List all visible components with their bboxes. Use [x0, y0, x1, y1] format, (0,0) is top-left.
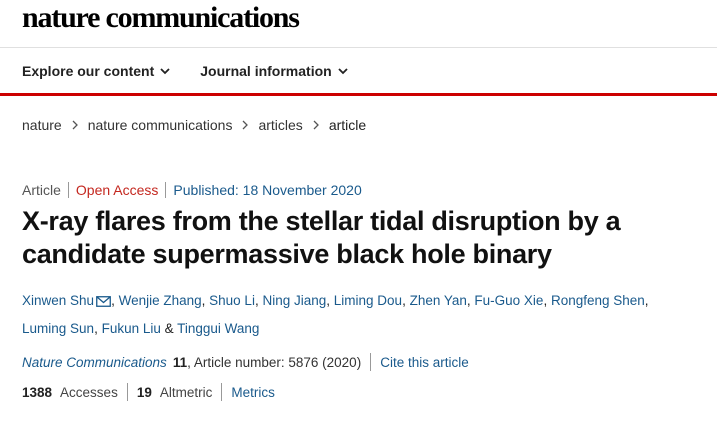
metrics-divider — [221, 383, 223, 401]
author-link[interactable]: Shuo Li — [209, 293, 255, 308]
header-accent-bar — [0, 93, 717, 96]
author-separator: , — [402, 293, 410, 308]
article-title: X-ray flares from the stellar tidal disr… — [22, 206, 621, 269]
nav-journal-information[interactable]: Journal information — [200, 60, 348, 82]
citation-divider — [370, 353, 372, 371]
author-link[interactable]: Zhen Yan — [410, 293, 467, 308]
author-link[interactable]: Tinggui Wang — [177, 321, 259, 336]
author-separator: , — [326, 293, 334, 308]
author-list: Xinwen Shu, Wenjie Zhang, Shuo Li, Ning … — [22, 288, 702, 342]
altmetric-label: Altmetric — [159, 384, 213, 400]
meta-divider — [165, 182, 167, 198]
article-metrics: 1388 Accesses 19 Altmetric Metrics — [22, 383, 275, 401]
chevron-right-icon — [72, 120, 78, 130]
author-separator: , — [644, 293, 649, 308]
author-link[interactable]: Liming Dou — [334, 293, 402, 308]
author-link[interactable]: Xinwen Shu — [22, 293, 94, 308]
author-separator: , — [94, 321, 102, 336]
author-link[interactable]: Rongfeng Shen — [551, 293, 645, 308]
chevron-right-icon — [242, 120, 249, 130]
chevron-down-icon — [338, 67, 348, 75]
mail-icon[interactable] — [96, 290, 111, 316]
citation-line: Nature Communications 11 , Article numbe… — [22, 353, 469, 371]
altmetric-score: 19 — [136, 384, 152, 400]
breadcrumb: nature nature communications articles ar… — [22, 116, 366, 134]
author-link[interactable]: Luming Sun — [22, 321, 94, 336]
breadcrumb-current: article — [328, 117, 367, 133]
article-type: Article — [22, 182, 61, 198]
journal-name-link[interactable]: Nature Communications — [22, 355, 167, 370]
accesses-count: 1388 — [22, 384, 53, 400]
site-logo[interactable]: nature communications — [22, 1, 300, 35]
published-date: Published: 18 November 2020 — [173, 182, 362, 198]
nav-item-label: Journal information — [200, 63, 332, 79]
metrics-divider — [126, 383, 128, 401]
metrics-link[interactable]: Metrics — [231, 385, 275, 400]
meta-divider — [67, 182, 69, 198]
open-access-link[interactable]: Open Access — [76, 182, 159, 198]
article-number: , Article number: 5876 (2020) — [187, 354, 362, 370]
header-divider — [0, 47, 717, 48]
breadcrumb-nature[interactable]: nature — [22, 117, 62, 133]
cite-this-article-link[interactable]: Cite this article — [380, 355, 469, 370]
chevron-down-icon — [160, 67, 170, 75]
volume-number: 11 — [172, 354, 188, 370]
accesses-label: Accesses — [60, 384, 118, 400]
chevron-right-icon — [313, 120, 319, 130]
nav-explore-content[interactable]: Explore our content — [22, 60, 170, 82]
author-link[interactable]: Wenjie Zhang — [119, 293, 202, 308]
breadcrumb-nature-communications[interactable]: nature communications — [88, 117, 233, 133]
breadcrumb-articles[interactable]: articles — [258, 117, 302, 133]
author-link[interactable]: Fu-Guo Xie — [474, 293, 543, 308]
nav-item-label: Explore our content — [22, 63, 155, 79]
author-link[interactable]: Fukun Liu — [102, 321, 161, 336]
author-separator: , — [543, 293, 551, 308]
author-separator: , — [111, 293, 119, 308]
main-nav: Explore our content Journal information — [22, 60, 348, 82]
author-link[interactable]: Ning Jiang — [262, 293, 326, 308]
author-last-separator: & — [160, 321, 178, 336]
article-meta: Article Open Access Published: 18 Novemb… — [22, 181, 362, 199]
